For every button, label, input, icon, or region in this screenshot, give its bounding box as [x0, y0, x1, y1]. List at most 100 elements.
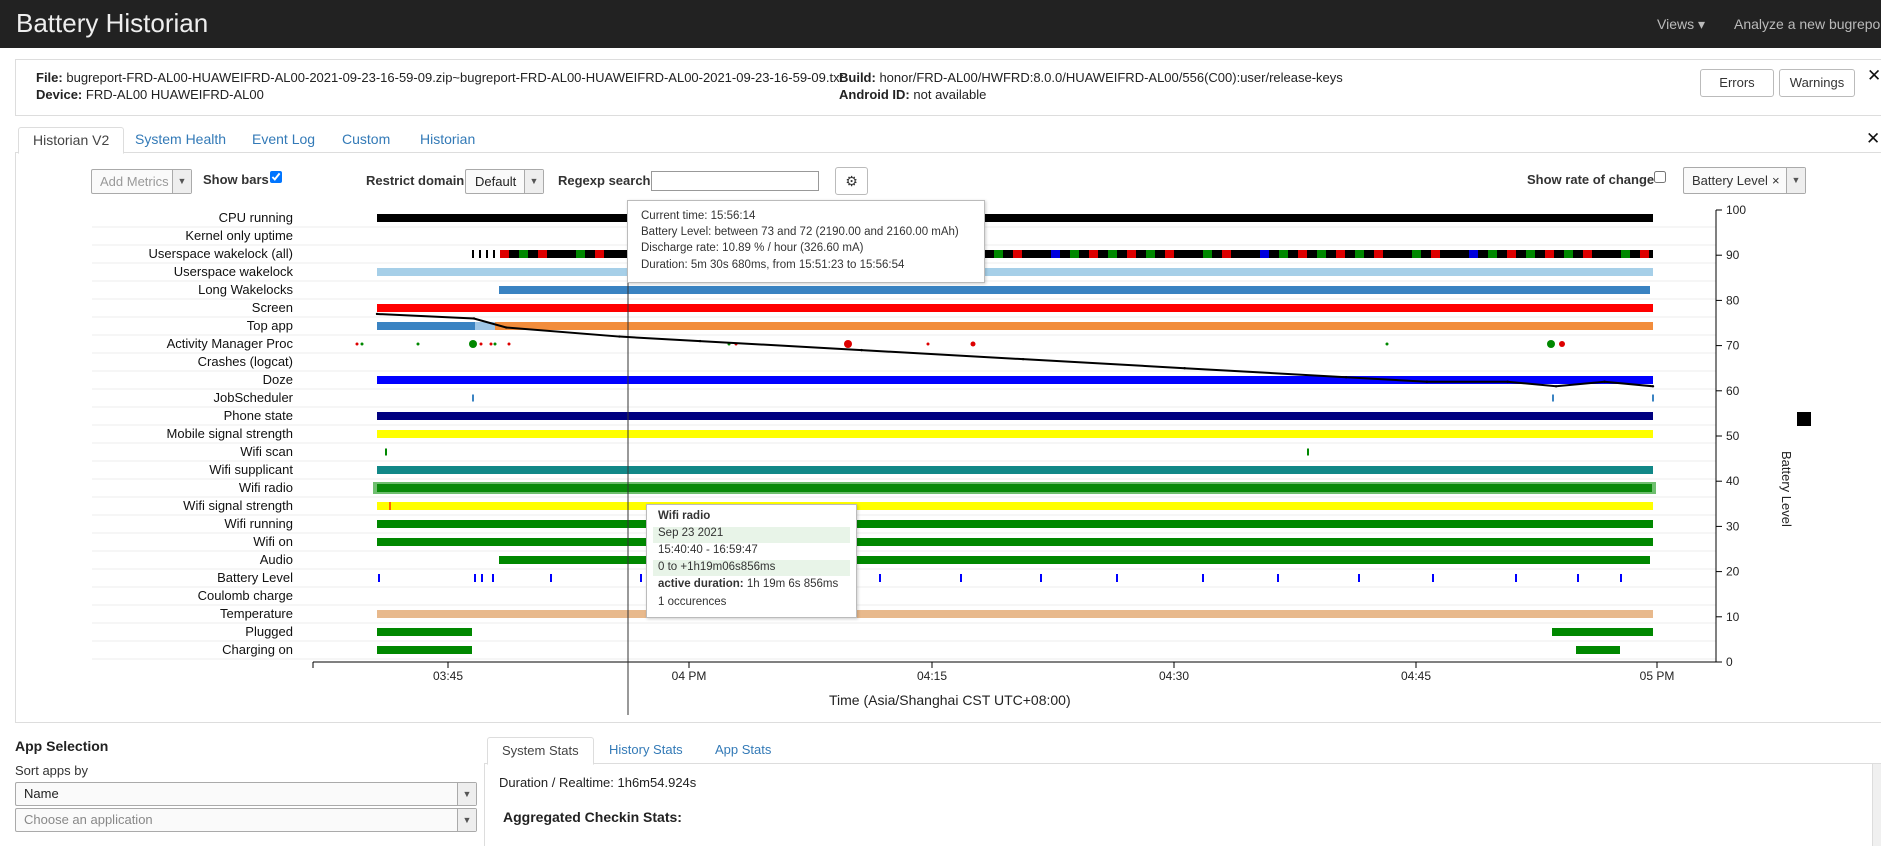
event-tick[interactable]: [960, 574, 962, 582]
event-dot[interactable]: [926, 342, 930, 346]
bar-segment[interactable]: [1241, 250, 1250, 258]
event-dot[interactable]: [493, 342, 497, 346]
bar-segment[interactable]: [1450, 250, 1459, 258]
event-dot[interactable]: [507, 342, 511, 346]
event-tick[interactable]: [1116, 574, 1118, 582]
bar-segment[interactable]: [1298, 250, 1307, 258]
bar-segment[interactable]: [1469, 250, 1478, 258]
bar-segment[interactable]: [538, 250, 547, 258]
sort-apps-select[interactable]: Name ▼: [15, 782, 477, 806]
bar-segment[interactable]: [495, 322, 1653, 330]
bar-segment[interactable]: [377, 322, 475, 330]
bar-segment[interactable]: [1431, 250, 1440, 258]
bar-segment[interactable]: [1640, 250, 1649, 258]
event-tick[interactable]: [1307, 448, 1309, 456]
bar-segment[interactable]: [1279, 250, 1288, 258]
event-tick[interactable]: [1277, 574, 1279, 582]
bar-segment[interactable]: [1089, 250, 1098, 258]
bar-segment[interactable]: [557, 250, 566, 258]
event-tick[interactable]: [1040, 574, 1042, 582]
event-tick[interactable]: [492, 574, 494, 582]
event-tick[interactable]: [1432, 574, 1434, 582]
event-tick[interactable]: [1577, 574, 1579, 582]
event-dot[interactable]: [355, 342, 359, 346]
choose-application-select[interactable]: Choose an application ▼: [15, 808, 477, 832]
bar-segment[interactable]: [1336, 250, 1345, 258]
bar-segment[interactable]: [1032, 250, 1041, 258]
bar-segment[interactable]: [1051, 250, 1060, 258]
bar-segment[interactable]: [1621, 250, 1630, 258]
tab-history-stats[interactable]: History Stats: [595, 737, 697, 763]
event-tick[interactable]: [385, 448, 387, 456]
bar-segment[interactable]: [377, 646, 472, 654]
event-tick[interactable]: [472, 250, 474, 258]
bar-segment[interactable]: [1127, 250, 1136, 258]
tab-system-stats[interactable]: System Stats: [487, 737, 594, 765]
event-tick[interactable]: [378, 574, 380, 582]
bar-segment[interactable]: [377, 376, 1653, 384]
bar-segment[interactable]: [377, 628, 472, 636]
event-dot[interactable]: [360, 342, 364, 346]
event-tick[interactable]: [1620, 574, 1622, 582]
bar-segment[interactable]: [500, 250, 509, 258]
event-tick[interactable]: [486, 250, 488, 258]
bar-segment[interactable]: [1260, 250, 1269, 258]
bar-segment[interactable]: [377, 466, 1653, 474]
timeline-chart[interactable]: 03:45 04 PM 04:15 04:30 04:45 05 PM 0 10 20 30 40 5…: [0, 0, 1881, 720]
event-tick[interactable]: [474, 574, 476, 582]
bar-segment[interactable]: [1374, 250, 1383, 258]
bar-segment[interactable]: [377, 610, 1653, 618]
event-tick[interactable]: [1202, 574, 1204, 582]
bar-segment[interactable]: [377, 538, 1653, 546]
event-tick[interactable]: [640, 574, 642, 582]
bar-segment[interactable]: [1222, 250, 1231, 258]
event-dot[interactable]: [469, 340, 477, 348]
bar-segment[interactable]: [377, 520, 1653, 528]
bar-segment[interactable]: [994, 250, 1003, 258]
bar-segment[interactable]: [377, 502, 1653, 510]
event-dot[interactable]: [970, 341, 976, 347]
event-dot[interactable]: [1547, 340, 1555, 348]
bar-segment[interactable]: [1203, 250, 1212, 258]
bar-segment[interactable]: [499, 286, 1650, 294]
bar-segment[interactable]: [1488, 250, 1497, 258]
bar-segment[interactable]: [1108, 250, 1117, 258]
bar-segment[interactable]: [576, 250, 585, 258]
bar-segment[interactable]: [1552, 628, 1653, 636]
bar-segment[interactable]: [1583, 250, 1592, 258]
bar-segment[interactable]: [377, 412, 1653, 420]
event-dot[interactable]: [416, 342, 420, 346]
event-tick[interactable]: [550, 574, 552, 582]
event-dot[interactable]: [1559, 341, 1565, 347]
bar-segment[interactable]: [519, 250, 528, 258]
bar-segment[interactable]: [1165, 250, 1174, 258]
bar-segment[interactable]: [614, 250, 623, 258]
event-tick[interactable]: [389, 502, 391, 510]
event-tick[interactable]: [481, 574, 483, 582]
event-dot[interactable]: [844, 340, 852, 348]
bar-segment[interactable]: [377, 304, 1653, 312]
bar-segment[interactable]: [377, 430, 1653, 438]
bar-segment[interactable]: [595, 250, 604, 258]
bar-segment[interactable]: [1355, 250, 1364, 258]
bar-segment[interactable]: [1564, 250, 1573, 258]
event-tick[interactable]: [1552, 394, 1554, 402]
event-dot[interactable]: [489, 342, 493, 346]
event-dot[interactable]: [479, 342, 483, 346]
event-tick[interactable]: [879, 574, 881, 582]
bar-segment[interactable]: [377, 484, 1652, 492]
bar-segment[interactable]: [1545, 250, 1554, 258]
event-tick[interactable]: [479, 250, 481, 258]
event-tick[interactable]: [493, 250, 495, 258]
stats-scrollbar[interactable]: [1872, 764, 1881, 846]
bar-segment[interactable]: [1576, 646, 1620, 654]
event-tick[interactable]: [472, 394, 474, 402]
event-tick[interactable]: [1652, 394, 1654, 402]
bar-segment[interactable]: [1146, 250, 1155, 258]
bar-segment[interactable]: [1184, 250, 1193, 258]
bar-segment[interactable]: [1526, 250, 1535, 258]
bar-segment[interactable]: [1507, 250, 1516, 258]
event-tick[interactable]: [1358, 574, 1360, 582]
bar-segment[interactable]: [1013, 250, 1022, 258]
bar-segment[interactable]: [1317, 250, 1326, 258]
